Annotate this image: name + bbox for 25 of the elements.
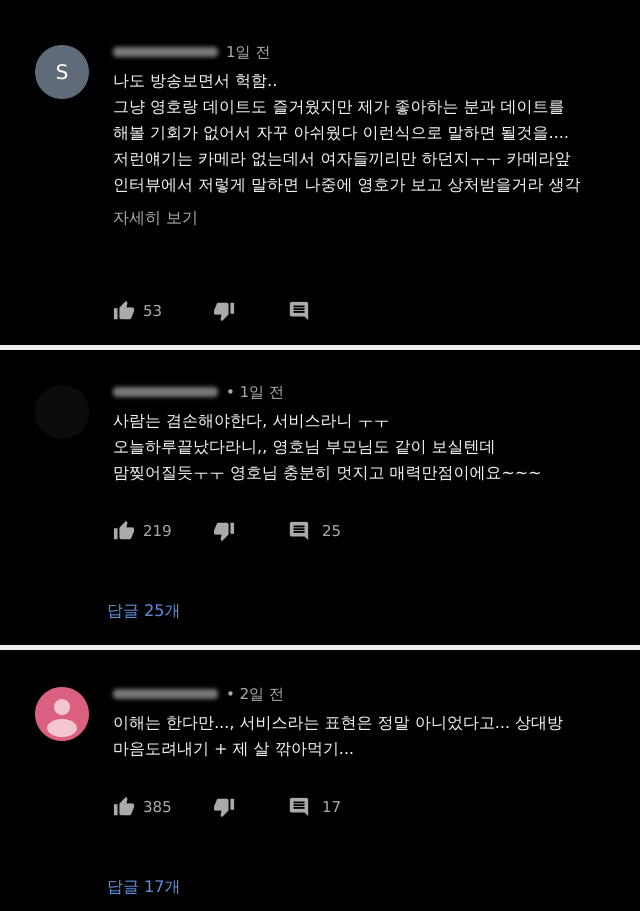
- thumbs-down-icon[interactable]: [213, 796, 235, 818]
- reply-count: 17: [322, 797, 342, 818]
- reply-count: 25: [322, 521, 342, 542]
- like-count: 219: [143, 521, 172, 542]
- like-count: 53: [143, 301, 162, 322]
- thumbs-down-icon[interactable]: [213, 520, 235, 542]
- avatar: [35, 687, 89, 741]
- thumbs-up-icon[interactable]: [113, 796, 135, 818]
- thumbs-down-icon[interactable]: [213, 300, 235, 322]
- comment-text: 이해는 한다만..., 서비스라는 표현은 정말 아니었다고... 상대방 마음도려내기 + 제 살 깎아먹기...: [113, 712, 564, 760]
- thumbs-up-icon[interactable]: [113, 520, 135, 542]
- comment-time: • 2일 전: [226, 684, 284, 705]
- avatar: S: [35, 45, 89, 99]
- comment-icon[interactable]: [288, 520, 310, 542]
- read-more-link[interactable]: 자세히 보기: [113, 206, 581, 230]
- thumbs-up-icon[interactable]: [113, 300, 135, 322]
- comment-text: 사람는 겸손해야한다, 서비스라니 ㅜㅜ 오늘하루끝났다라니,, 영호님 부모님도 같이 보실텐데 맘찢어질듯ㅜㅜ 영호님 충분히 멋지고 매력만점이에요~~~: [113, 410, 542, 484]
- replies-link[interactable]: 답글 25개: [107, 598, 542, 622]
- comment-time: • 1일 전: [226, 382, 284, 403]
- replies-link[interactable]: 답글 17개: [107, 874, 564, 898]
- comment-icon[interactable]: [288, 300, 310, 322]
- comment-icon[interactable]: [288, 796, 310, 818]
- comment-text: 나도 방송보면서 헉함.. 그냥 영호랑 데이트도 즐거웠지만 제가 좋아하는 분과 데이트를 해볼 기회가 없어서 자꾸 아쉬웠다 이런식으로 말하면 될것을.... 저런얘기는 카메라 없는데서 여자들끼리만 하던지ㅜㅜ 카메라앞 인터뷰에서 저렇게 말하면 나중에 영호가 보고 상처받을거라 생각: [113, 70, 581, 196]
- like-count: 385: [143, 797, 172, 818]
- comment-time: 1일 전: [226, 42, 270, 63]
